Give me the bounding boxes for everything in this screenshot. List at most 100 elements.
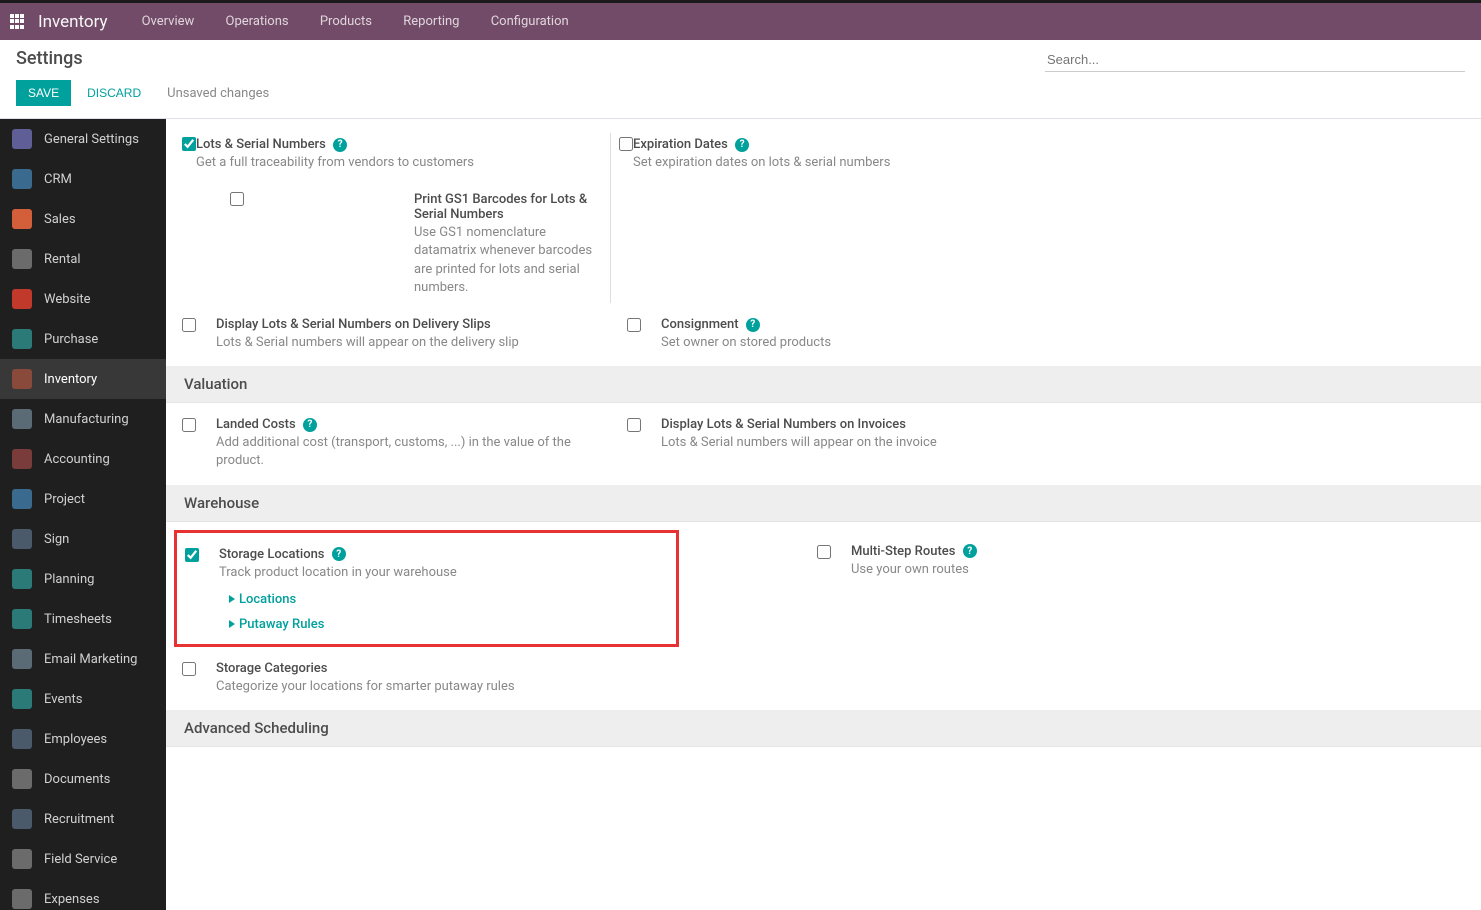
module-icon — [12, 569, 32, 589]
consignment-title: Consignment — [661, 317, 739, 332]
menu-products[interactable]: Products — [306, 3, 386, 40]
display-invoice-title: Display Lots & Serial Numbers on Invoice… — [661, 417, 1056, 432]
module-icon — [12, 289, 32, 309]
sidebar-item-manufacturing[interactable]: Manufacturing — [0, 399, 166, 439]
checkbox-expiration[interactable] — [619, 137, 633, 151]
sidebar-item-label: Project — [44, 492, 85, 507]
sidebar-item-crm[interactable]: CRM — [0, 159, 166, 199]
display-invoice-desc: Lots & Serial numbers will appear on the… — [661, 434, 1056, 452]
section-warehouse-header: Warehouse — [166, 485, 1481, 522]
sidebar-item-general-settings[interactable]: General Settings — [0, 119, 166, 159]
sidebar-item-label: CRM — [44, 172, 72, 187]
module-icon — [12, 849, 32, 869]
help-icon[interactable]: ? — [333, 138, 347, 152]
checkbox-multistep[interactable] — [817, 545, 831, 559]
link-putaway-rules[interactable]: Putaway Rules — [219, 617, 668, 632]
checkbox-display-delivery[interactable] — [182, 318, 196, 332]
save-button[interactable]: Save — [16, 80, 71, 106]
lots-desc: Get a full traceability from vendors to … — [196, 154, 474, 172]
main-navbar: Inventory Overview Operations Products R… — [0, 3, 1481, 40]
module-icon — [12, 609, 32, 629]
apps-icon[interactable] — [10, 14, 26, 30]
sidebar-item-events[interactable]: Events — [0, 679, 166, 719]
sidebar-item-project[interactable]: Project — [0, 479, 166, 519]
sidebar-item-timesheets[interactable]: Timesheets — [0, 599, 166, 639]
app-brand[interactable]: Inventory — [38, 12, 108, 32]
module-icon — [12, 889, 32, 909]
module-icon — [12, 729, 32, 749]
section-valuation-header: Valuation — [166, 366, 1481, 403]
checkbox-consignment[interactable] — [627, 318, 641, 332]
multistep-desc: Use your own routes — [851, 561, 1246, 579]
page-title: Settings — [16, 48, 83, 69]
module-icon — [12, 329, 32, 349]
link-locations[interactable]: Locations — [219, 592, 668, 607]
menu-operations[interactable]: Operations — [212, 3, 303, 40]
sidebar-item-purchase[interactable]: Purchase — [0, 319, 166, 359]
sidebar-item-recruitment[interactable]: Recruitment — [0, 799, 166, 839]
sidebar-item-sales[interactable]: Sales — [0, 199, 166, 239]
gs1-title: Print GS1 Barcodes for Lots & Serial Num… — [414, 192, 603, 222]
section-advanced-header: Advanced Scheduling — [166, 710, 1481, 747]
storage-title: Storage Locations — [219, 547, 325, 562]
sidebar-item-planning[interactable]: Planning — [0, 559, 166, 599]
help-icon[interactable]: ? — [332, 547, 346, 561]
sidebar-item-employees[interactable]: Employees — [0, 719, 166, 759]
sidebar-item-label: Rental — [44, 252, 81, 267]
sidebar-item-website[interactable]: Website — [0, 279, 166, 319]
help-icon[interactable]: ? — [303, 418, 317, 432]
gs1-desc: Use GS1 nomenclature datamatrix whenever… — [414, 224, 603, 297]
module-icon — [12, 169, 32, 189]
menu-reporting[interactable]: Reporting — [389, 3, 473, 40]
menu-configuration[interactable]: Configuration — [477, 3, 583, 40]
sidebar-item-label: Employees — [44, 732, 107, 747]
checkbox-lots[interactable] — [182, 137, 196, 151]
sidebar-item-label: Purchase — [44, 332, 98, 347]
sidebar-item-sign[interactable]: Sign — [0, 519, 166, 559]
lots-title: Lots & Serial Numbers — [196, 137, 326, 152]
module-icon — [12, 209, 32, 229]
expiration-title: Expiration Dates — [633, 137, 728, 152]
landed-desc: Add additional cost (transport, customs,… — [216, 434, 611, 470]
sidebar-item-email-marketing[interactable]: Email Marketing — [0, 639, 166, 679]
checkbox-storage-categories[interactable] — [182, 662, 196, 676]
consignment-desc: Set owner on stored products — [661, 334, 1056, 352]
categories-title: Storage Categories — [216, 661, 611, 676]
sidebar-item-label: Planning — [44, 572, 94, 587]
sidebar-item-label: Manufacturing — [44, 412, 129, 427]
sidebar-item-expenses[interactable]: Expenses — [0, 879, 166, 910]
sidebar-item-accounting[interactable]: Accounting — [0, 439, 166, 479]
settings-sidebar: General Settings CRM Sales Rental Website Pur… — [0, 119, 166, 910]
sidebar-item-field-service[interactable]: Field Service — [0, 839, 166, 879]
module-icon — [12, 369, 32, 389]
checkbox-gs1[interactable] — [230, 192, 244, 206]
module-icon — [12, 409, 32, 429]
help-icon[interactable]: ? — [735, 138, 749, 152]
sidebar-item-rental[interactable]: Rental — [0, 239, 166, 279]
action-bar: Save Discard Unsaved changes — [0, 76, 1481, 119]
checkbox-landed[interactable] — [182, 418, 196, 432]
expiration-desc: Set expiration dates on lots & serial nu… — [633, 154, 890, 172]
settings-content: Lots & Serial Numbers ? Get a full trace… — [166, 119, 1481, 910]
sidebar-item-label: Timesheets — [44, 612, 112, 627]
module-icon — [12, 129, 32, 149]
discard-button[interactable]: Discard — [75, 80, 153, 106]
multistep-title: Multi-Step Routes — [851, 544, 955, 559]
sidebar-item-label: Email Marketing — [44, 652, 137, 667]
sidebar-item-inventory[interactable]: Inventory — [0, 359, 166, 399]
sidebar-item-label: Expenses — [44, 892, 100, 907]
sidebar-item-documents[interactable]: Documents — [0, 759, 166, 799]
checkbox-storage-locations[interactable] — [185, 548, 199, 562]
sidebar-item-label: Accounting — [44, 452, 110, 467]
top-menu: Overview Operations Products Reporting C… — [128, 3, 583, 40]
help-icon[interactable]: ? — [963, 544, 977, 558]
menu-overview[interactable]: Overview — [128, 3, 209, 40]
sidebar-item-label: Website — [44, 292, 91, 307]
search-input[interactable] — [1045, 48, 1465, 72]
arrow-right-icon — [229, 595, 235, 603]
checkbox-display-invoice[interactable] — [627, 418, 641, 432]
unsaved-status: Unsaved changes — [167, 86, 269, 101]
help-icon[interactable]: ? — [746, 318, 760, 332]
landed-title: Landed Costs — [216, 417, 296, 432]
sidebar-item-label: Sign — [44, 532, 69, 547]
